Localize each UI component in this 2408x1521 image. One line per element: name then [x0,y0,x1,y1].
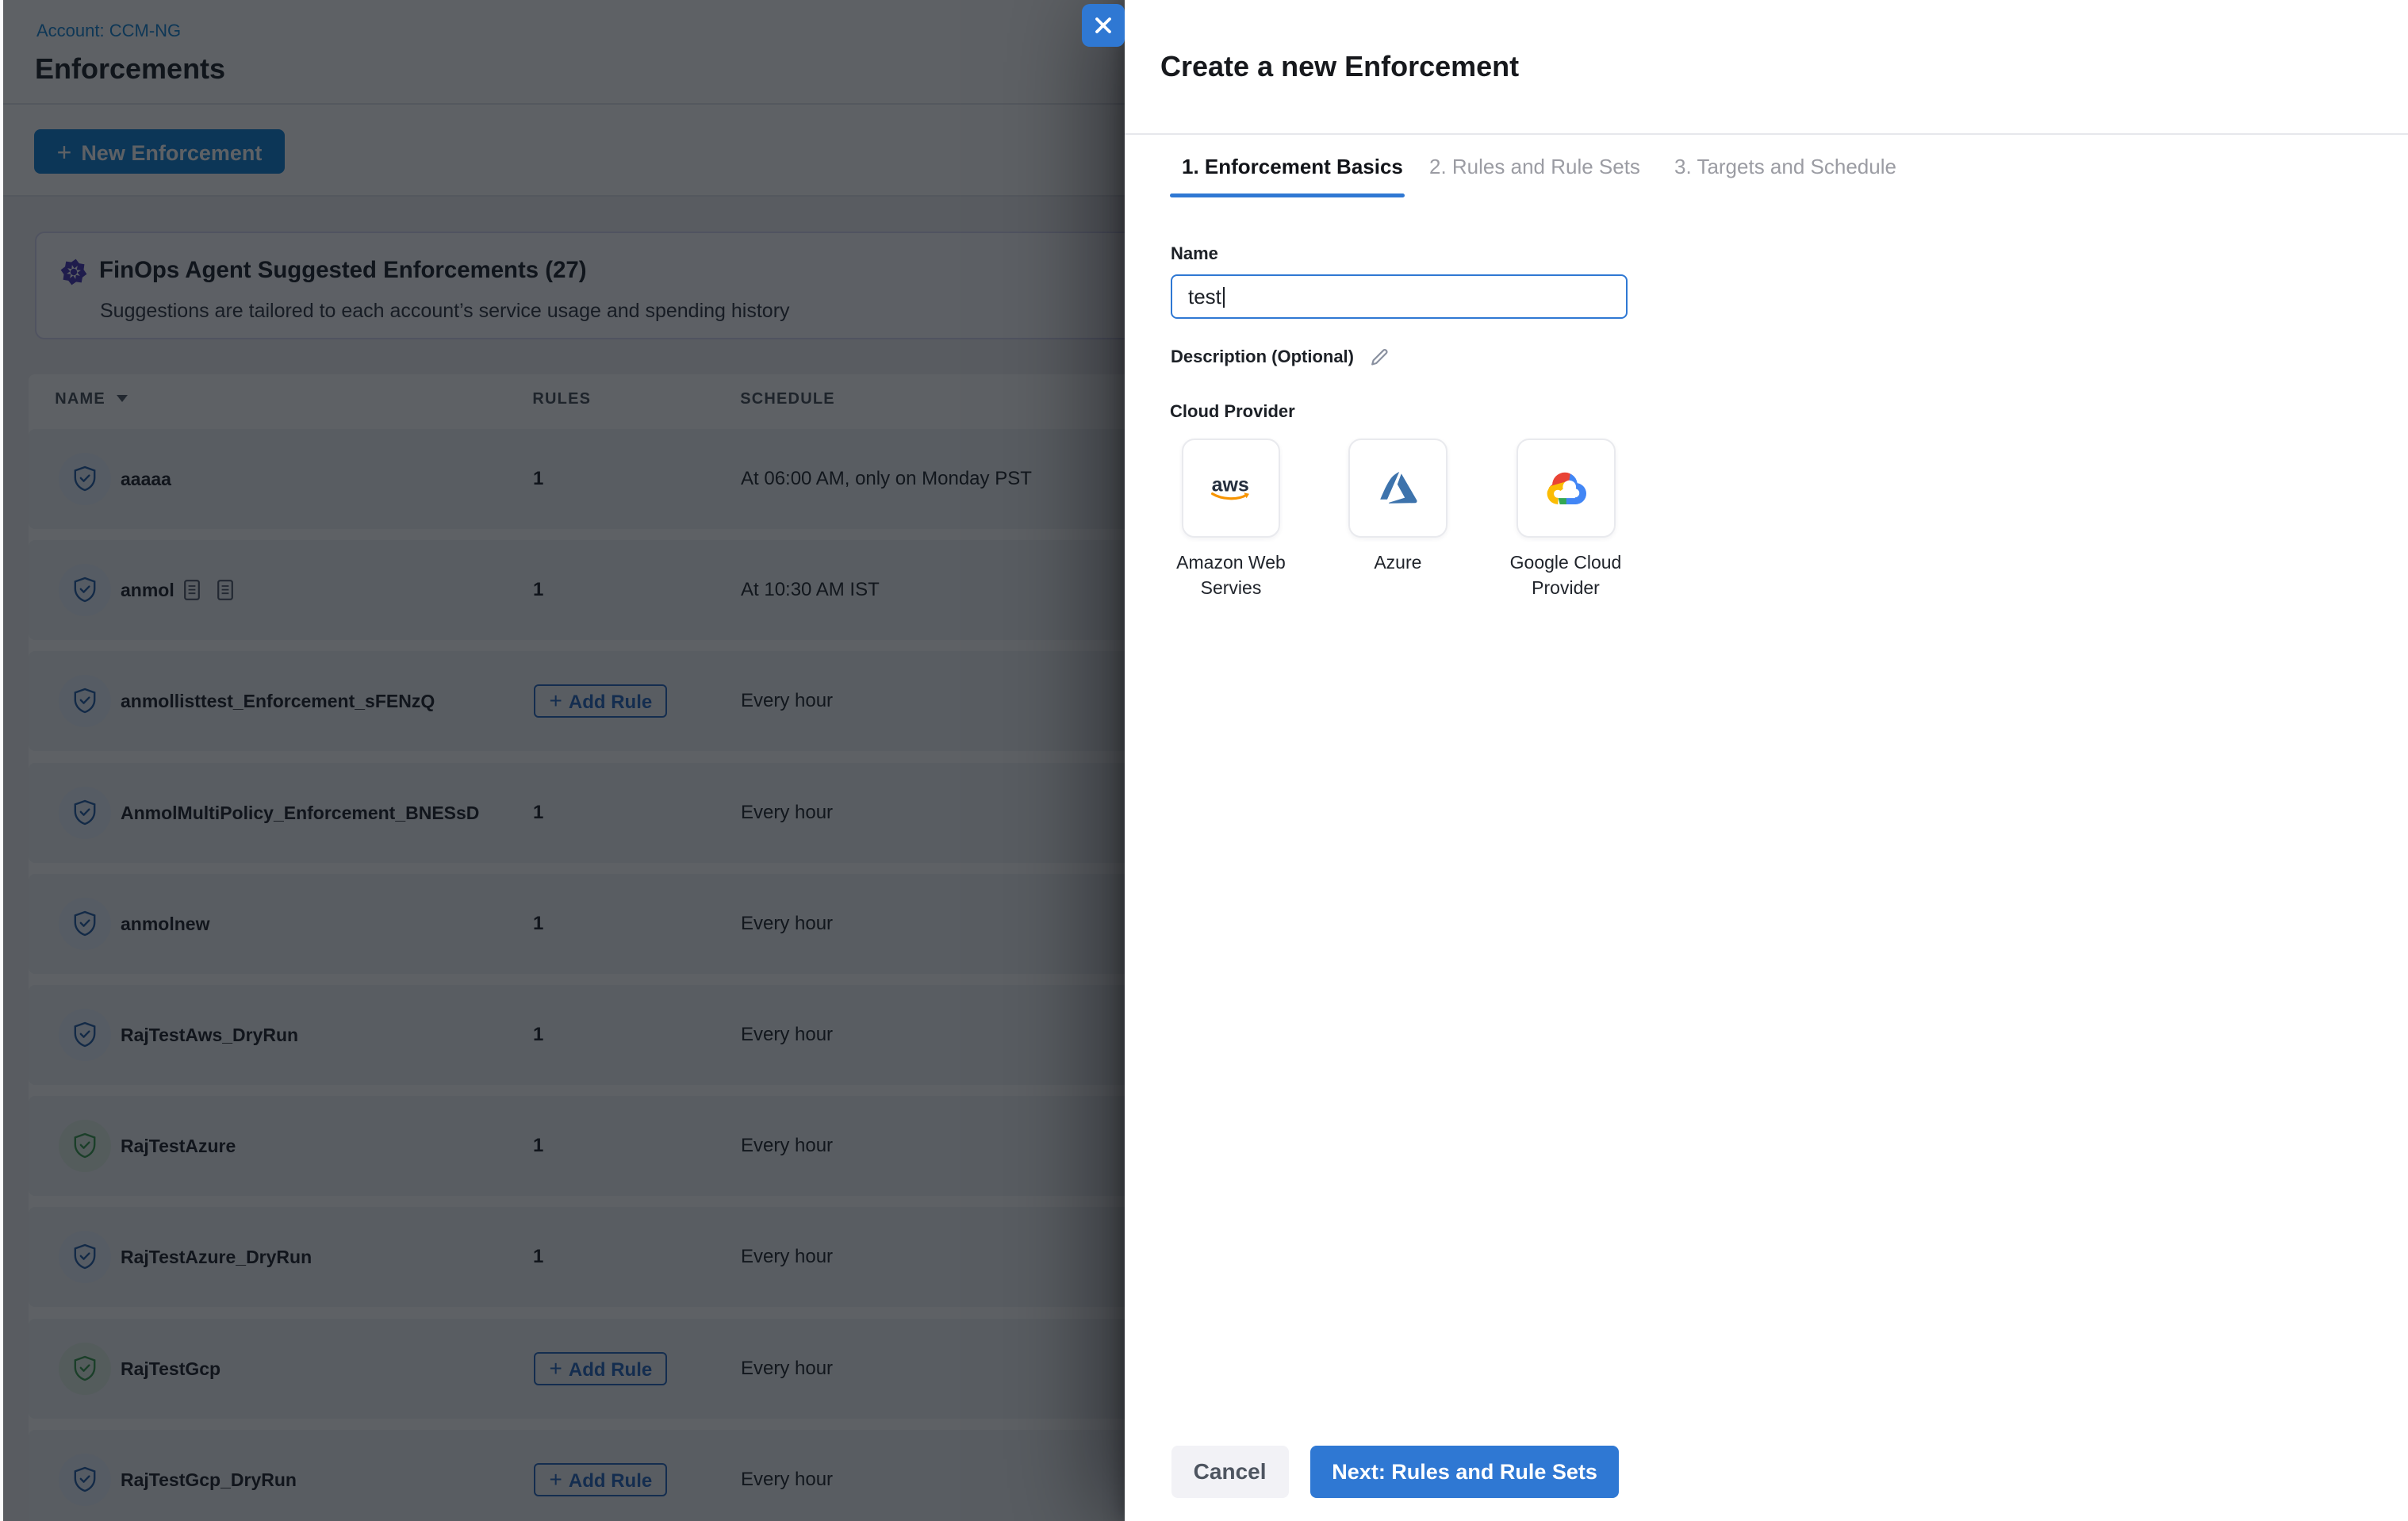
svg-text:aws: aws [1212,474,1249,496]
